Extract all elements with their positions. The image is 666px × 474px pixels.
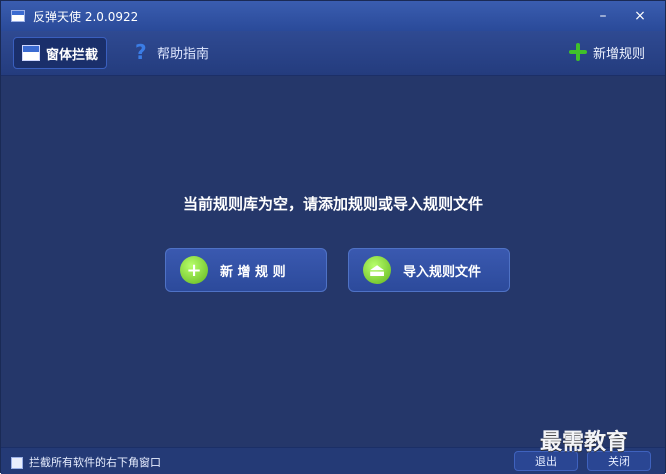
block-window-icon [22, 45, 40, 61]
block-corner-windows-checkbox[interactable] [11, 457, 23, 469]
plus-circle-icon: + [180, 256, 208, 284]
plus-icon [568, 43, 587, 61]
minimize-button[interactable]: – [586, 5, 620, 27]
add-rule-label: 新增规则 [592, 46, 645, 62]
app-window: 反弹天使 2.0.0922 – × 窗体拦截 ? 帮助指南 新增规则 当前规则库… [0, 0, 666, 474]
main-content: 当前规则库为空，请添加规则或导入规则文件 + 新 增 规 则 ⏏ 导入规则文件 [1, 76, 665, 446]
question-icon: ? [135, 40, 147, 64]
block-corner-windows-label: 拦截所有软件的右下角窗口 [29, 456, 161, 469]
window-title: 反弹天使 2.0.0922 [33, 10, 139, 24]
minimize-icon: – [599, 8, 607, 24]
add-rule-toolbar-button[interactable]: 新增规则 [561, 37, 653, 67]
eject-icon: ⏏ [363, 256, 391, 284]
watermark: 最需教育 [540, 430, 629, 455]
close-icon: × [634, 8, 646, 24]
import-rule-file-button-label: 导入规则文件 [403, 264, 482, 280]
toolbar: 窗体拦截 ? 帮助指南 新增规则 [1, 31, 665, 76]
title-bar: 反弹天使 2.0.0922 – × [1, 1, 665, 31]
tab-window-block[interactable]: 窗体拦截 [13, 37, 108, 69]
tab-window-block-label: 窗体拦截 [46, 47, 99, 63]
app-icon [11, 10, 25, 22]
tab-help-guide[interactable]: ? 帮助指南 [127, 37, 217, 67]
empty-rules-message: 当前规则库为空，请添加规则或导入规则文件 [182, 195, 483, 213]
new-rule-button-label: 新 增 规 则 [220, 264, 286, 280]
close-window-button[interactable]: × [623, 5, 657, 27]
tab-help-label: 帮助指南 [157, 46, 210, 62]
new-rule-button[interactable]: + 新 增 规 则 [165, 248, 327, 292]
import-rule-file-button[interactable]: ⏏ 导入规则文件 [348, 248, 510, 292]
